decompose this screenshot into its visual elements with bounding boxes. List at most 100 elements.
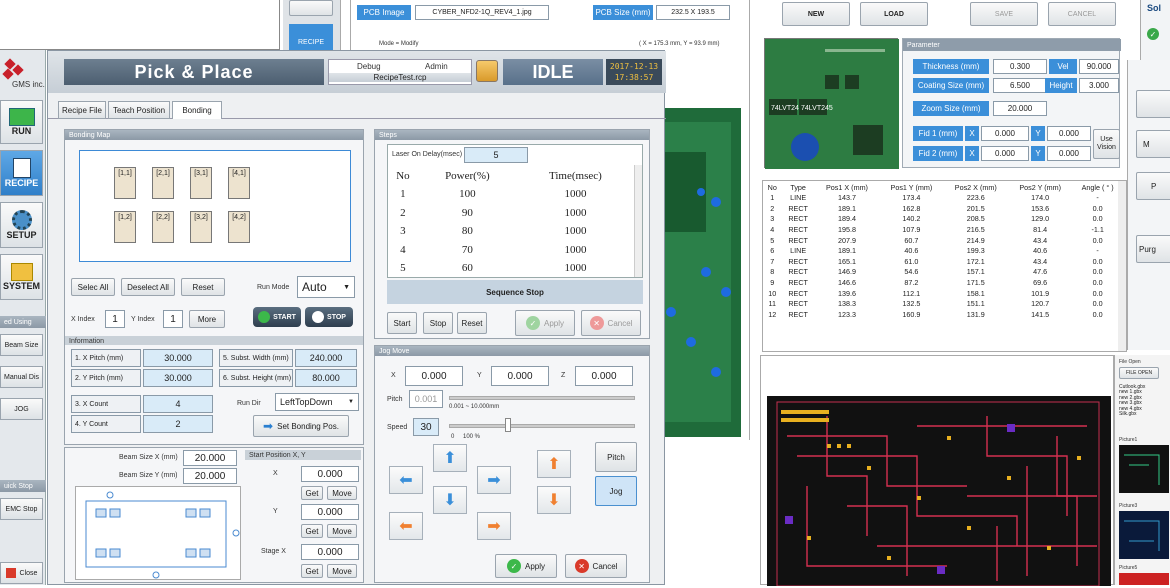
picture3-thumb[interactable]	[1119, 511, 1169, 559]
start-y-get-button[interactable]: Get	[301, 524, 323, 538]
table-row[interactable]: 1 100 1000	[388, 185, 634, 204]
bonding-cell[interactable]: [1,1]	[114, 167, 136, 199]
save-button[interactable]: SAVE	[970, 2, 1038, 26]
tab-bonding[interactable]: Bonding	[172, 101, 222, 119]
x-index-field[interactable]: 1	[105, 310, 125, 328]
file-list[interactable]: Cutlook.gbx new 1.gbx new 2.gbx new 3.gbx ne…	[1119, 384, 1169, 419]
use-vision-button[interactable]: Use Vision	[1093, 129, 1120, 159]
table-row[interactable]: 5 60 1000	[388, 259, 634, 278]
select-all-button[interactable]: Selec All	[71, 278, 115, 296]
jog-nav-button[interactable]: JOG	[0, 398, 43, 420]
subst-height-field[interactable]: 80.000	[295, 369, 357, 387]
run-nav-button[interactable]: RUN	[0, 100, 43, 144]
user-icon[interactable]	[476, 60, 498, 82]
bonding-map-canvas[interactable]: [1,1] [2,1] [3,1] [4,1] [1,2] [2,2] [3,2] [4,2]	[79, 150, 351, 262]
table-row[interactable]: 12 RECT 123.3 160.9 131.9 141.5 0.0	[763, 310, 1123, 321]
fid2-x-field[interactable]: 0.000	[981, 146, 1029, 161]
set-bonding-button[interactable]: ➡ Set Bonding Pos.	[253, 415, 349, 437]
table-row[interactable]: 2 RECT 189.1 162.8 201.5 153.6 0.0	[763, 204, 1123, 215]
picture1-thumb[interactable]	[1119, 445, 1169, 493]
steps-reset-button[interactable]: Reset	[457, 312, 487, 334]
jog-left-button[interactable]: ⬅	[389, 466, 423, 494]
table-row[interactable]: 2 90 1000	[388, 204, 634, 223]
coating-field[interactable]: 6.500	[993, 78, 1047, 93]
pcb-size-field[interactable]: 232.5 X 193.5	[656, 5, 730, 20]
pitch-mode-button[interactable]: Pitch	[595, 442, 637, 472]
table-row[interactable]: 6 LINE 189.1 40.6 199.3 40.6 -	[763, 246, 1123, 257]
y-index-field[interactable]: 1	[163, 310, 183, 328]
fid1-x-field[interactable]: 0.000	[981, 126, 1029, 141]
thickness-field[interactable]: 0.300	[993, 59, 1047, 74]
start-button[interactable]: START	[253, 307, 301, 327]
far-right-p-button[interactable]: P	[1136, 172, 1170, 200]
pitch-field[interactable]: 0.001	[409, 390, 443, 408]
jog-right-button[interactable]: ➡	[477, 466, 511, 494]
z-up-button[interactable]: ⬆	[537, 450, 571, 478]
y-pitch-field[interactable]: 30.000	[143, 369, 213, 387]
start-y-move-button[interactable]: Move	[327, 524, 357, 538]
table-row[interactable]: 11 RECT 138.3 132.5 151.1 120.7 0.0	[763, 299, 1123, 310]
table-row[interactable]: 8 RECT 146.9 54.6 157.1 47.6 0.0	[763, 267, 1123, 278]
jog-diag-right-button[interactable]: ➡	[477, 512, 511, 540]
table-row[interactable]: 4 70 1000	[388, 241, 634, 260]
bonding-cell[interactable]: [4,2]	[228, 211, 250, 243]
jog-cancel-button[interactable]: ✕ Cancel	[565, 554, 627, 578]
file-open-button[interactable]: FILE OPEN	[1119, 367, 1159, 379]
height-field[interactable]: 3.000	[1079, 78, 1119, 93]
new-button[interactable]: NEW	[782, 2, 850, 26]
setup-nav-button[interactable]: SETUP	[0, 202, 43, 248]
table-row[interactable]: 3 80 1000	[388, 222, 634, 241]
jog-x-field[interactable]: 0.000	[405, 366, 463, 386]
picture5-thumb[interactable]	[1119, 573, 1169, 585]
stop-button[interactable]: STOP	[305, 307, 353, 327]
manual-dis-button[interactable]: Manual Dis	[0, 366, 43, 388]
bonding-cell[interactable]: [2,1]	[152, 167, 174, 199]
jog-mode-button[interactable]: Jog	[595, 476, 637, 506]
beam-size-button[interactable]: Beam Size	[0, 334, 43, 356]
recipe-nav-button[interactable]: RECIPE	[0, 150, 43, 196]
start-x-move-button[interactable]: Move	[327, 486, 357, 500]
beam-x-field[interactable]: 20.000	[183, 450, 237, 466]
reset-button[interactable]: Reset	[181, 278, 225, 296]
steps-scrollbar[interactable]	[634, 165, 642, 277]
emc-stop-button[interactable]: EMC Stop	[0, 498, 43, 520]
deselect-all-button[interactable]: Deselect All	[121, 278, 175, 296]
pitch-slider[interactable]	[449, 396, 635, 400]
table-row[interactable]: 7 RECT 165.1 61.0 172.1 43.4 0.0	[763, 257, 1123, 268]
steps-table[interactable]: No Power(%) Time(msec) 1 100 1000 2 90 1000 3 80 1…	[388, 167, 634, 278]
fid1-y-field[interactable]: 0.000	[1047, 126, 1091, 141]
jog-up-button[interactable]: ⬆	[433, 444, 467, 472]
y-count-field[interactable]: 2	[143, 415, 213, 433]
pcb-image-field[interactable]: CYBER_NFD2-1Q_REV4_1.jpg	[415, 5, 549, 20]
speed-field[interactable]: 30	[413, 418, 439, 436]
stage-x-move-button[interactable]: Move	[327, 564, 357, 578]
system-nav-button[interactable]: SYSTEM	[0, 254, 43, 300]
file-list-item[interactable]: Silk.gbx	[1119, 411, 1169, 417]
more-button[interactable]: More	[189, 310, 225, 328]
z-down-button[interactable]: ⬇	[537, 486, 571, 514]
start-x-field[interactable]: 0.000	[301, 466, 359, 482]
stage-x-field[interactable]: 0.000	[301, 544, 359, 560]
table-row[interactable]: 1 LINE 143.7 173.4 223.6 174.0 -	[763, 193, 1123, 204]
pcb-thumbnail[interactable]: 74LVT245 74LVT245	[764, 38, 899, 169]
run-dir-select[interactable]: LeftTopDown ▼	[275, 393, 359, 411]
table-row[interactable]: 10 RECT 139.6 112.1 158.1 101.9 0.0	[763, 288, 1123, 299]
purge-button[interactable]: Purg	[1136, 235, 1170, 263]
jog-apply-button[interactable]: ✓ Apply	[495, 554, 557, 578]
bonding-cell[interactable]: [3,2]	[190, 211, 212, 243]
back-sidebar-blank-button[interactable]	[289, 0, 333, 16]
far-right-blank-button[interactable]	[1136, 90, 1170, 118]
cancel-button[interactable]: CANCEL	[1048, 2, 1116, 26]
x-pitch-field[interactable]: 30.000	[143, 349, 213, 367]
speed-slider[interactable]	[449, 424, 635, 428]
start-x-get-button[interactable]: Get	[301, 486, 323, 500]
bonding-cell[interactable]: [2,2]	[152, 211, 174, 243]
run-mode-select[interactable]: Auto ▼	[297, 276, 355, 298]
x-count-field[interactable]: 4	[143, 395, 213, 413]
start-y-field[interactable]: 0.000	[301, 504, 359, 520]
table-row[interactable]: 9 RECT 146.6 87.2 171.5 69.6 0.0	[763, 278, 1123, 289]
subst-width-field[interactable]: 240.000	[295, 349, 357, 367]
fid2-y-field[interactable]: 0.000	[1047, 146, 1091, 161]
tab-teach-position[interactable]: Teach Position	[108, 101, 170, 119]
bonding-cell[interactable]: [4,1]	[228, 167, 250, 199]
